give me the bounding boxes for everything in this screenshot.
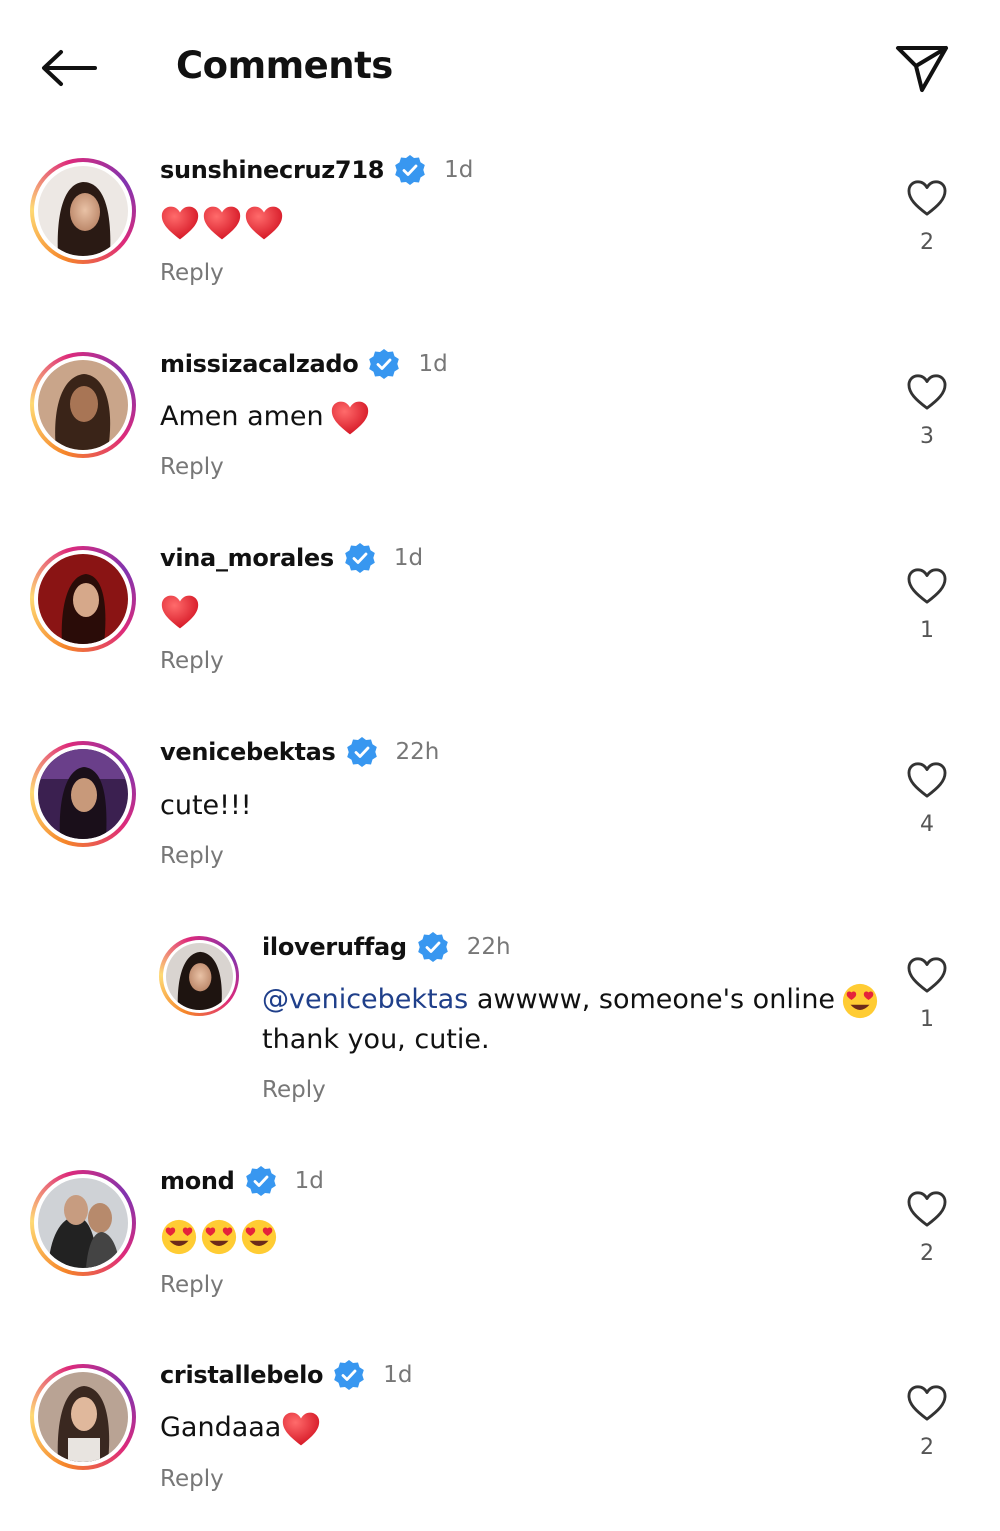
red-heart-icon <box>160 593 200 631</box>
heart-outline-icon <box>906 1190 948 1228</box>
comment-time: 22h <box>395 739 440 765</box>
red-heart-icon <box>244 204 284 242</box>
verified-badge-icon <box>417 931 449 963</box>
like-button[interactable] <box>900 1381 954 1425</box>
like-button[interactable] <box>900 564 954 608</box>
comment-username[interactable]: cristallebelo <box>160 1361 324 1389</box>
avatar[interactable] <box>30 546 136 652</box>
avatar[interactable] <box>30 158 136 264</box>
avatar-photo <box>38 554 128 644</box>
avatar-photo <box>38 1178 128 1268</box>
send-icon <box>896 46 948 92</box>
comment-time: 1d <box>383 1362 413 1388</box>
reply-button[interactable]: Reply <box>262 1077 326 1103</box>
like-count: 2 <box>920 230 934 255</box>
avatar-photo <box>38 749 128 839</box>
verified-badge-icon <box>394 154 426 186</box>
avatar-photo <box>165 942 233 1010</box>
comment-time: 22h <box>466 934 511 960</box>
avatar[interactable] <box>159 936 239 1016</box>
comment-time: 1d <box>418 351 448 377</box>
like-count: 2 <box>920 1241 934 1266</box>
red-heart-icon <box>202 204 242 242</box>
comment-time: 1d <box>294 1168 324 1194</box>
comment-time: 1d <box>393 545 424 571</box>
reply-button[interactable]: Reply <box>160 648 224 674</box>
like-button[interactable] <box>900 176 954 220</box>
heart-eyes-emoji-icon <box>240 1218 278 1256</box>
like-button[interactable] <box>900 758 954 802</box>
comment-username[interactable]: mond <box>160 1167 235 1195</box>
comment-body: Amen amen <box>160 401 324 432</box>
like-count: 1 <box>920 618 934 643</box>
verified-badge-icon <box>368 348 400 380</box>
comment-body: Gandaaa <box>160 1412 282 1443</box>
comment-time: 1d <box>444 157 474 183</box>
heart-outline-icon <box>906 567 948 605</box>
like-count: 2 <box>920 1435 934 1460</box>
reply-button[interactable]: Reply <box>160 843 224 869</box>
like-count: 3 <box>920 424 934 449</box>
comment-text-line2: thank you, cutie. <box>262 1024 490 1055</box>
share-button[interactable] <box>892 40 952 96</box>
red-heart-icon <box>330 399 370 437</box>
comment-username[interactable]: missizacalzado <box>160 350 359 378</box>
heart-eyes-emoji-icon <box>160 1218 198 1256</box>
verified-badge-icon <box>346 736 378 768</box>
avatar-photo <box>38 360 128 450</box>
avatar[interactable] <box>30 741 136 847</box>
reply-button[interactable]: Reply <box>160 260 224 286</box>
comment-text: Amen amen <box>160 397 370 437</box>
heart-eyes-emoji-icon <box>200 1218 238 1256</box>
verified-badge-icon <box>245 1165 277 1197</box>
comment-username[interactable]: venicebektas <box>160 738 336 766</box>
red-heart-icon <box>281 1410 321 1448</box>
back-arrow-icon <box>42 50 97 86</box>
avatar[interactable] <box>30 352 136 458</box>
heart-eyes-emoji-icon <box>841 982 879 1020</box>
reply-button[interactable]: Reply <box>160 1466 224 1492</box>
avatar[interactable] <box>30 1170 136 1276</box>
comment-username[interactable]: sunshinecruz718 <box>160 156 384 184</box>
like-button[interactable] <box>900 370 954 414</box>
comment-text: @venicebektas awwww, someone's online <box>262 980 879 1020</box>
avatar-photo <box>38 166 128 256</box>
comment-username[interactable]: vina_morales <box>160 544 334 572</box>
heart-outline-icon <box>906 179 948 217</box>
mention-link[interactable]: @venicebektas <box>262 984 468 1015</box>
like-button[interactable] <box>900 1187 954 1231</box>
comment-text <box>160 1216 278 1258</box>
comment-text: Gandaaa <box>160 1408 321 1448</box>
like-count: 4 <box>920 812 934 837</box>
verified-badge-icon <box>333 1359 365 1391</box>
comment-text <box>160 202 284 244</box>
heart-outline-icon <box>906 761 948 799</box>
reply-button[interactable]: Reply <box>160 1272 224 1298</box>
like-count: 1 <box>920 1007 934 1032</box>
heart-outline-icon <box>906 373 948 411</box>
reply-button[interactable]: Reply <box>160 454 224 480</box>
heart-outline-icon <box>906 1384 948 1422</box>
comment-body: awwww, someone's online <box>468 984 836 1015</box>
header-bar: Comments <box>0 0 1000 130</box>
like-button[interactable] <box>900 953 954 997</box>
back-button[interactable] <box>36 42 100 94</box>
page-title: Comments <box>176 44 393 87</box>
comment-username[interactable]: iloveruffag <box>262 933 407 961</box>
avatar-photo <box>38 1372 128 1462</box>
comment-text: cute!!! <box>160 790 252 821</box>
red-heart-icon <box>160 204 200 242</box>
comment-text <box>160 591 200 633</box>
avatar[interactable] <box>30 1364 136 1470</box>
heart-outline-icon <box>906 956 948 994</box>
verified-badge-icon <box>344 542 376 574</box>
